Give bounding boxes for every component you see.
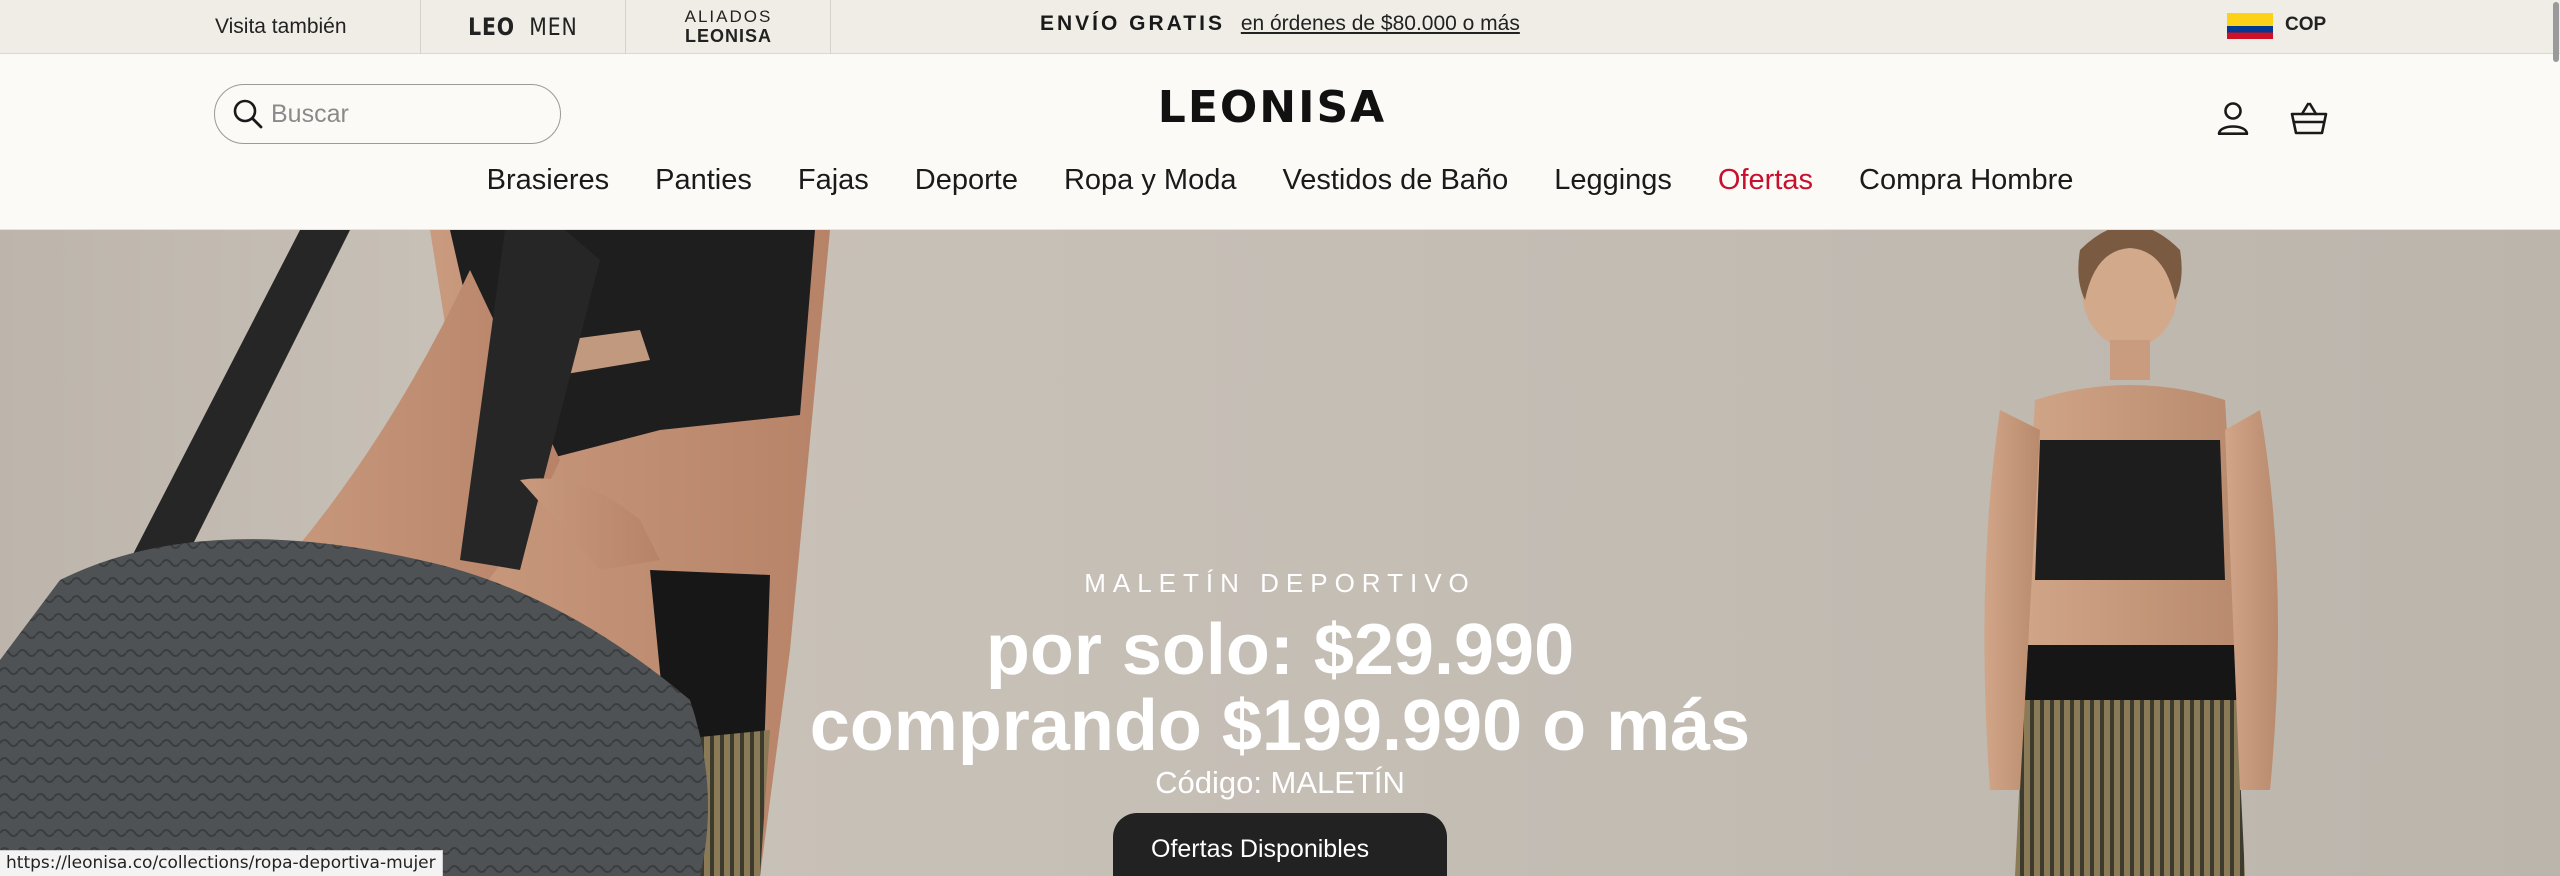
hero-copy: MALETÍN DEPORTIVO por solo: $29.990 comp… [0, 230, 2560, 876]
search-input[interactable] [271, 99, 541, 129]
nav-item-leggings[interactable]: Leggings [1531, 164, 1695, 197]
colombia-flag-icon[interactable] [2227, 13, 2273, 39]
search-icon [233, 99, 263, 129]
status-bar-url: https://leonisa.co/collections/ropa-depo… [0, 850, 443, 876]
leomen-logo-leo: LEO [467, 13, 515, 41]
free-shipping-title: ENVÍO GRATIS [1040, 12, 1225, 35]
leomen-link[interactable]: LEO MEN [420, 0, 625, 54]
basket-icon [2290, 102, 2328, 135]
aliados-label: ALIADOS [684, 7, 773, 26]
hero-banner[interactable]: MALETÍN DEPORTIVO por solo: $29.990 comp… [0, 230, 2560, 876]
hero-headline-line2: comprando $199.990 o más [809, 686, 1751, 766]
currency-selector[interactable]: COP [2285, 0, 2326, 50]
account-button[interactable] [2211, 96, 2255, 140]
free-shipping-link[interactable]: en órdenes de $80.000 o más [1241, 12, 1520, 35]
nav-item-compra-hombre[interactable]: Compra Hombre [1836, 164, 2096, 197]
search-box[interactable] [214, 84, 561, 144]
nav-item-vestidos-de-bano[interactable]: Vestidos de Baño [1259, 164, 1531, 197]
nav-item-fajas[interactable]: Fajas [775, 164, 892, 197]
user-icon [2217, 102, 2249, 136]
hero-eyebrow: MALETÍN DEPORTIVO [1084, 568, 1476, 598]
nav-item-ofertas[interactable]: Ofertas [1695, 164, 1836, 197]
main-navigation: Brasieres Panties Fajas Deporte Ropa y M… [0, 164, 2560, 197]
free-shipping-promo: ENVÍO GRATIS en órdenes de $80.000 o más [1040, 0, 1520, 50]
cart-button[interactable] [2287, 96, 2331, 140]
hero-promo-code: Código: MALETÍN [1155, 765, 1405, 800]
leomen-logo-men: MEN [528, 13, 578, 41]
site-logo[interactable]: LEONISA [1100, 82, 1444, 133]
offers-available-button[interactable]: Ofertas Disponibles [1113, 813, 1447, 876]
nav-item-deporte[interactable]: Deporte [892, 164, 1041, 197]
announcement-bar: Visita también LEO MEN ALIADOS LEONISA E… [0, 0, 2560, 54]
aliados-brand: LEONISA [684, 26, 772, 46]
nav-item-ropa-y-moda[interactable]: Ropa y Moda [1041, 164, 1260, 197]
aliados-leonisa-link[interactable]: ALIADOS LEONISA [626, 0, 831, 54]
hero-headline-line1: por solo: $29.990 [985, 610, 1575, 690]
visit-also-label: Visita también [215, 15, 347, 38]
scrollbar-thumb[interactable] [2553, 2, 2559, 62]
nav-item-panties[interactable]: Panties [632, 164, 775, 197]
site-header: LEONISA Brasieres Panties Fajas Deporte … [0, 54, 2560, 230]
page-scrollbar[interactable] [2550, 0, 2560, 876]
nav-item-brasieres[interactable]: Brasieres [464, 164, 633, 197]
divider [830, 0, 831, 54]
